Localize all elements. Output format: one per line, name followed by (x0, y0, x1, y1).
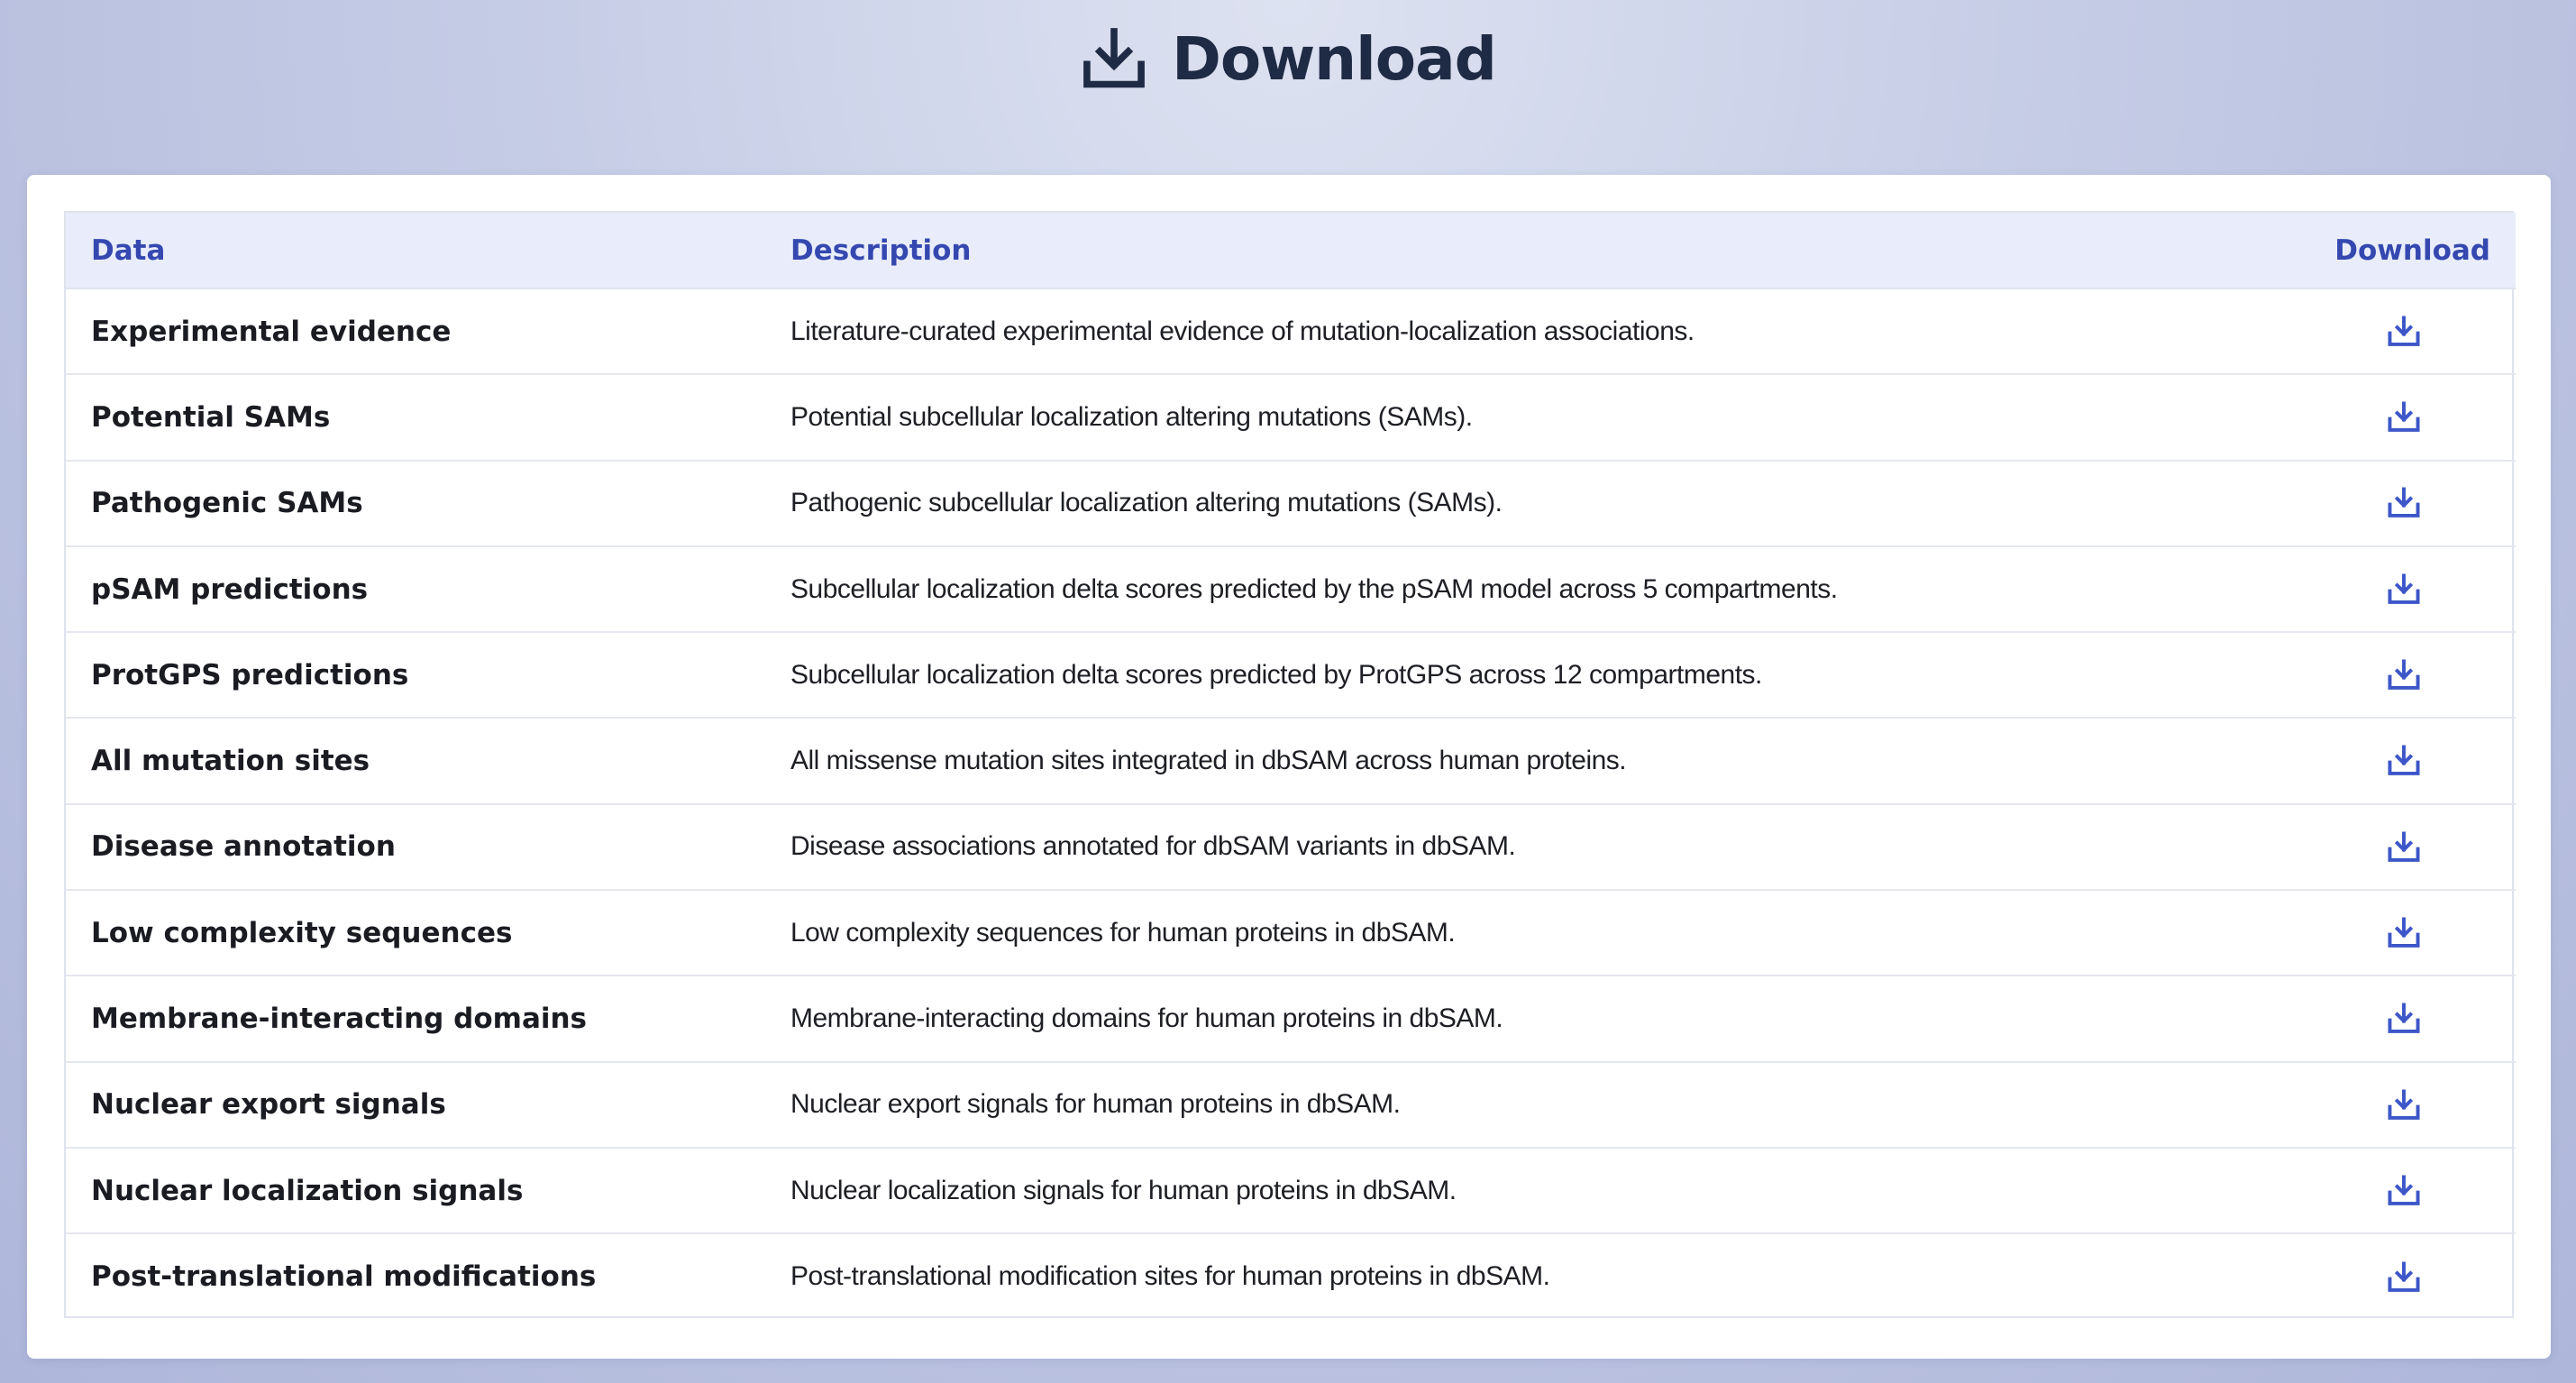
download-cell (2279, 975, 2516, 1063)
download-cell (2279, 1061, 2516, 1149)
download-icon[interactable] (2386, 1261, 2422, 1294)
table-row: Disease annotation Disease associations a… (66, 803, 2516, 892)
dataset-description: Literature-curated experimental evidence… (765, 289, 2279, 376)
column-header-data: Data (66, 213, 765, 289)
table-row: Nuclear export signals Nuclear export sig… (66, 1061, 2516, 1149)
download-tray-icon (1080, 24, 1148, 93)
download-icon[interactable] (2386, 1175, 2422, 1207)
dataset-name: Low complexity sequences (66, 890, 765, 977)
download-icon[interactable] (2386, 487, 2422, 519)
download-icon[interactable] (2386, 659, 2422, 692)
download-cell (2279, 718, 2516, 805)
download-icon[interactable] (2386, 831, 2422, 864)
dataset-name: Nuclear localization signals (66, 1147, 765, 1235)
page-header: Download (0, 0, 2576, 117)
dataset-name: Nuclear export signals (66, 1061, 765, 1149)
table-row: All mutation sites All missense mutation … (66, 718, 2516, 805)
dataset-description: Potential subcellular localization alter… (765, 374, 2279, 462)
table-row: Low complexity sequences Low complexity s… (66, 890, 2516, 977)
column-header-download: Download (2279, 213, 2516, 289)
download-cell (2279, 803, 2516, 892)
dataset-name: Post-translational modifications (91, 1260, 597, 1294)
dataset-name: Experimental evidence (66, 289, 765, 376)
dataset-name: Pathogenic SAMs (66, 460, 765, 547)
table-row: Nuclear localization signals Nuclear loca… (66, 1147, 2516, 1235)
download-icon[interactable] (2386, 1089, 2422, 1122)
dataset-name: Disease annotation (66, 803, 765, 892)
dataset-name: pSAM predictions (66, 545, 765, 634)
page-title: Download (1172, 23, 1497, 94)
dataset-description: All missense mutation sites integrated i… (765, 718, 2279, 805)
dataset-description: Disease associations annotated for dbSAM… (765, 803, 2279, 892)
dataset-description: Subcellular localization delta scores pr… (765, 632, 2279, 719)
dataset-name: Membrane-interacting domains (66, 975, 765, 1063)
table-row: pSAM predictions Subcellular localization… (66, 545, 2516, 634)
download-icon[interactable] (2386, 573, 2422, 606)
download-table: Data Description Download Experimental e… (66, 213, 2516, 1320)
dataset-description: Post-translational modification sites fo… (790, 1261, 1550, 1292)
table-row: Membrane-interacting domains Membrane-int… (66, 975, 2516, 1063)
download-cell (2279, 1147, 2516, 1235)
table-body: Experimental evidence Literature-curated … (66, 289, 2516, 1320)
download-cell (2279, 632, 2516, 719)
dataset-description: Pathogenic subcellular localization alte… (765, 460, 2279, 547)
dataset-description: Membrane-interacting domains for human p… (765, 975, 2279, 1063)
download-icon[interactable] (2386, 745, 2422, 777)
download-cell (2279, 890, 2516, 977)
dataset-name: ProtGPS predictions (66, 632, 765, 719)
dataset-name: All mutation sites (66, 718, 765, 805)
dataset-name: Potential SAMs (66, 374, 765, 462)
download-icon[interactable] (2386, 401, 2422, 434)
table-header: Data Description Download (66, 213, 2516, 289)
table-header-row: Data Description Download (66, 213, 2516, 289)
download-cell (2279, 374, 2516, 462)
download-table-wrapper: Data Description Download Experimental e… (64, 211, 2516, 1320)
download-icon[interactable] (2386, 1003, 2422, 1035)
download-icon[interactable] (2386, 917, 2422, 949)
dataset-description: Low complexity sequences for human prote… (765, 890, 2279, 977)
dataset-description: Subcellular localization delta scores pr… (765, 545, 2279, 634)
table-row: Potential SAMs Potential subcellular loca… (66, 374, 2516, 462)
table-row: Experimental evidence Literature-curated … (66, 289, 2516, 376)
download-cell (2279, 1233, 2516, 1319)
dataset-description: Nuclear localization signals for human p… (765, 1147, 2279, 1235)
download-cell (2279, 460, 2516, 547)
download-icon[interactable] (2386, 316, 2422, 348)
download-card: Data Description Download Experimental e… (27, 175, 2551, 1359)
table-row: Pathogenic SAMs Pathogenic subcellular lo… (66, 460, 2516, 547)
download-cell (2279, 545, 2516, 634)
column-header-description: Description (765, 213, 2279, 289)
table-row: Post-translational modifications Post-tra… (66, 1233, 2516, 1319)
dataset-description: Nuclear export signals for human protein… (765, 1061, 2279, 1149)
download-cell (2279, 289, 2516, 376)
table-row: ProtGPS predictions Subcellular localizat… (66, 632, 2516, 719)
